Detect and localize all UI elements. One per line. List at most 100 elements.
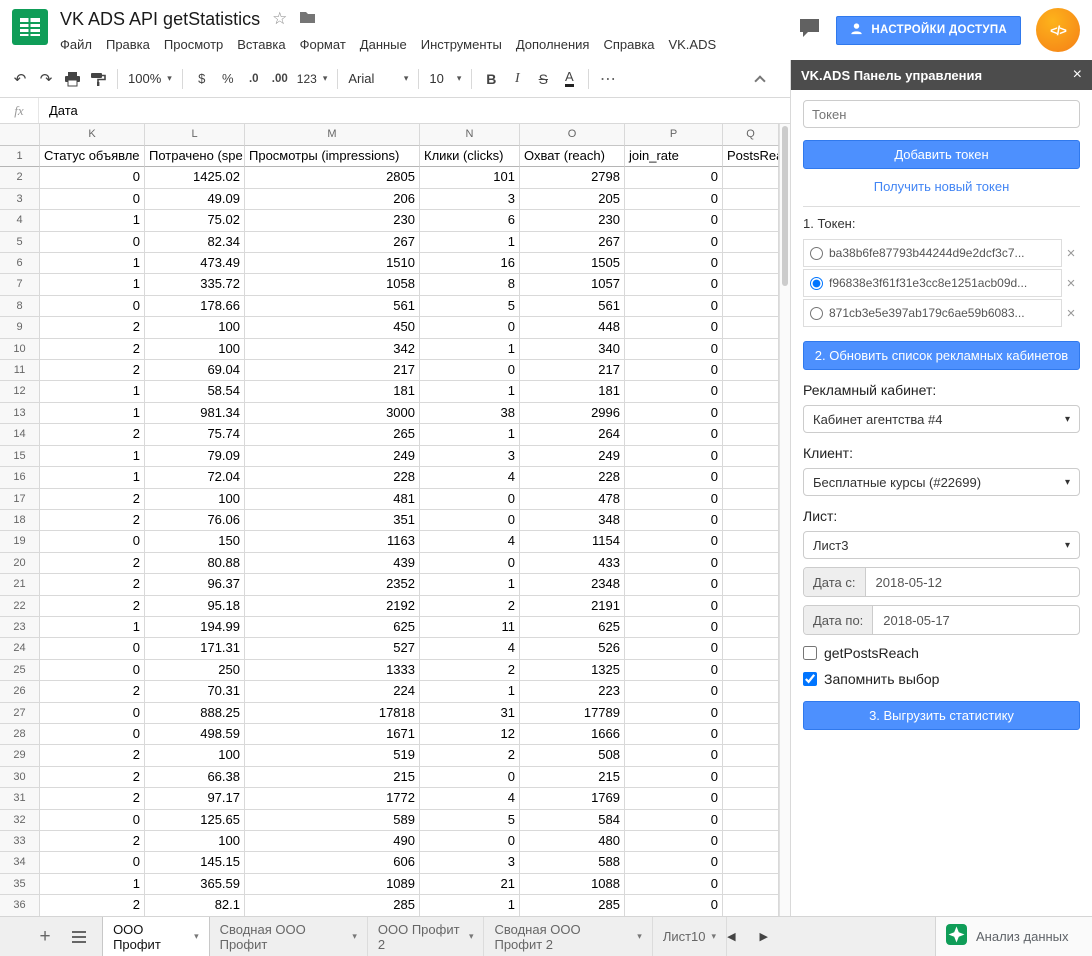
add-token-button[interactable]: Добавить токен bbox=[803, 140, 1080, 169]
cell[interactable]: 72.04 bbox=[145, 467, 245, 489]
row-number[interactable]: 22 bbox=[0, 595, 40, 617]
cell[interactable]: 82.34 bbox=[145, 231, 245, 254]
cell[interactable]: 0 bbox=[625, 467, 723, 489]
cell[interactable]: Клики (clicks) bbox=[420, 146, 520, 168]
all-sheets-icon[interactable] bbox=[62, 917, 96, 956]
cell[interactable]: 285 bbox=[520, 895, 625, 916]
format-currency-icon[interactable]: $ bbox=[190, 67, 214, 91]
row-number[interactable]: 30 bbox=[0, 766, 40, 789]
sheet-tab[interactable]: ООО Профит ▾ bbox=[102, 917, 210, 956]
menu-item[interactable]: Дополнения bbox=[509, 34, 597, 55]
cell[interactable]: 2191 bbox=[520, 595, 625, 617]
cell[interactable]: 0 bbox=[625, 488, 723, 510]
cell[interactable] bbox=[723, 231, 779, 254]
cell[interactable]: 264 bbox=[520, 424, 625, 446]
cell[interactable]: 0 bbox=[40, 638, 145, 660]
cell[interactable] bbox=[723, 253, 779, 275]
cell[interactable]: 230 bbox=[245, 210, 420, 232]
chevron-down-icon[interactable]: ▾ bbox=[712, 931, 717, 942]
text-color-icon[interactable]: A bbox=[557, 67, 581, 91]
cell[interactable]: 0 bbox=[625, 317, 723, 339]
cell[interactable]: 21 bbox=[420, 873, 520, 896]
cell[interactable]: 0 bbox=[40, 531, 145, 553]
cell[interactable]: 49.09 bbox=[145, 188, 245, 211]
sheet-tab[interactable]: Сводная ООО Профит 2 ▾ bbox=[484, 917, 653, 956]
cell[interactable]: 100 bbox=[145, 338, 245, 361]
cell[interactable]: 348 bbox=[520, 509, 625, 532]
cell[interactable]: 0 bbox=[625, 338, 723, 361]
cell[interactable]: 0 bbox=[625, 616, 723, 639]
cell[interactable]: 0 bbox=[625, 659, 723, 682]
cell[interactable]: 230 bbox=[520, 210, 625, 232]
select-all-corner[interactable] bbox=[0, 124, 40, 146]
cell[interactable]: 4 bbox=[420, 788, 520, 810]
cell[interactable]: 351 bbox=[245, 509, 420, 532]
cell[interactable]: 1772 bbox=[245, 788, 420, 810]
menu-item[interactable]: Файл bbox=[53, 34, 99, 55]
cell[interactable]: 1 bbox=[40, 381, 145, 403]
cell[interactable]: 2348 bbox=[520, 574, 625, 596]
bold-icon[interactable]: B bbox=[479, 67, 503, 91]
cell[interactable]: 490 bbox=[245, 831, 420, 853]
column-header[interactable]: L bbox=[145, 124, 245, 146]
cell[interactable]: 1425.02 bbox=[145, 167, 245, 189]
cell[interactable]: 178.66 bbox=[145, 295, 245, 318]
cell[interactable]: 1769 bbox=[520, 788, 625, 810]
cell[interactable]: 76.06 bbox=[145, 509, 245, 532]
cell[interactable]: 100 bbox=[145, 831, 245, 853]
cell[interactable]: 2 bbox=[420, 745, 520, 767]
row-number[interactable]: 6 bbox=[0, 253, 40, 275]
row-number[interactable]: 11 bbox=[0, 360, 40, 382]
font-size-select[interactable]: 10 ▾ bbox=[426, 67, 464, 91]
remove-token-icon[interactable]: × bbox=[1062, 305, 1080, 322]
cell[interactable]: 249 bbox=[245, 445, 420, 468]
row-number[interactable]: 28 bbox=[0, 723, 40, 746]
cell[interactable]: 205 bbox=[520, 188, 625, 211]
cell[interactable] bbox=[723, 488, 779, 510]
cell[interactable]: 2 bbox=[40, 338, 145, 361]
cell[interactable]: 228 bbox=[520, 467, 625, 489]
cell[interactable]: 2 bbox=[40, 574, 145, 596]
cell[interactable]: 0 bbox=[625, 702, 723, 724]
cell[interactable] bbox=[723, 402, 779, 425]
cell[interactable]: 2798 bbox=[520, 167, 625, 189]
cell[interactable]: 0 bbox=[40, 188, 145, 211]
row-number[interactable]: 8 bbox=[0, 295, 40, 318]
cell[interactable]: 0 bbox=[625, 873, 723, 896]
cell[interactable]: 265 bbox=[245, 424, 420, 446]
cell[interactable]: 0 bbox=[625, 723, 723, 746]
cell[interactable]: 6 bbox=[420, 210, 520, 232]
explore-button[interactable]: Анализ данных bbox=[935, 917, 1092, 956]
cell[interactable]: 3 bbox=[420, 188, 520, 211]
cell[interactable]: 82.1 bbox=[145, 895, 245, 916]
cell[interactable] bbox=[723, 852, 779, 874]
row-number[interactable]: 7 bbox=[0, 274, 40, 296]
formula-input[interactable]: Дата bbox=[38, 98, 790, 123]
cell[interactable]: 0 bbox=[40, 852, 145, 874]
italic-icon[interactable]: I bbox=[505, 67, 529, 91]
cell[interactable]: 519 bbox=[245, 745, 420, 767]
cell[interactable]: 0 bbox=[625, 574, 723, 596]
row-number[interactable]: 16 bbox=[0, 467, 40, 489]
cell[interactable]: Статус объявле bbox=[40, 146, 145, 168]
cell[interactable]: 2 bbox=[40, 595, 145, 617]
redo-icon[interactable]: ↷ bbox=[34, 67, 58, 91]
cell[interactable]: 439 bbox=[245, 552, 420, 575]
cell[interactable]: 1 bbox=[420, 381, 520, 403]
cell[interactable]: 267 bbox=[245, 231, 420, 254]
sheet-tab[interactable]: Лист10 ▾ bbox=[653, 917, 728, 956]
cell[interactable]: 125.65 bbox=[145, 809, 245, 831]
cell[interactable]: 3 bbox=[420, 852, 520, 874]
cell[interactable]: 2 bbox=[40, 831, 145, 853]
cell[interactable]: 1 bbox=[420, 338, 520, 361]
cell[interactable] bbox=[723, 509, 779, 532]
cell[interactable]: 1 bbox=[420, 231, 520, 254]
cell[interactable]: 2 bbox=[420, 595, 520, 617]
row-number[interactable]: 15 bbox=[0, 445, 40, 468]
cell[interactable]: 75.74 bbox=[145, 424, 245, 446]
row-number[interactable]: 34 bbox=[0, 852, 40, 874]
row-number[interactable]: 18 bbox=[0, 509, 40, 532]
sheet-select[interactable]: Лист3 ▾ bbox=[803, 531, 1080, 559]
cell[interactable]: 0 bbox=[420, 509, 520, 532]
cell[interactable] bbox=[723, 445, 779, 468]
